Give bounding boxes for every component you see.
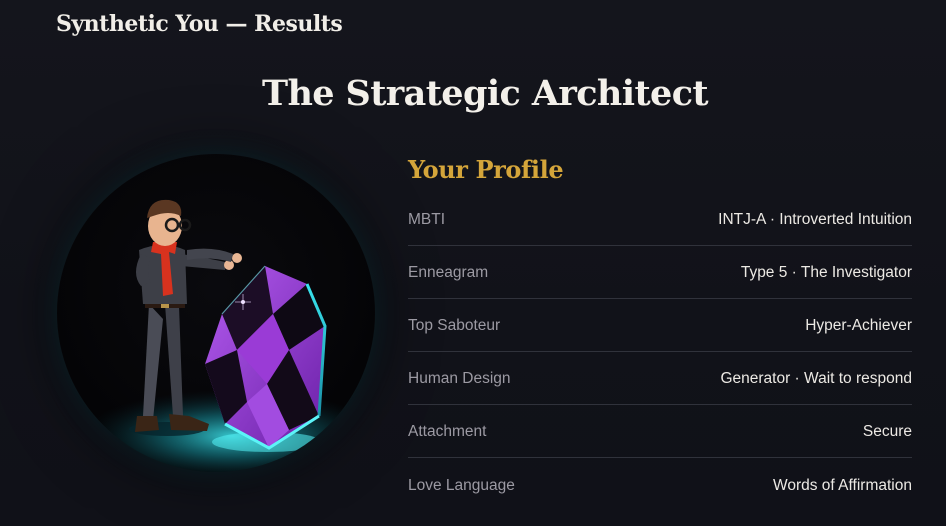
row-label: Attachment bbox=[408, 423, 487, 440]
profile-row-enneagram: Enneagram Type 5 · The Investigator bbox=[408, 246, 912, 299]
architect-character-with-crystal-icon bbox=[82, 199, 375, 472]
profile-row-top-saboteur: Top Saboteur Hyper-Achiever bbox=[408, 299, 912, 352]
row-label: Enneagram bbox=[408, 264, 489, 281]
profile-row-love-language: Love Language Words of Affirmation bbox=[408, 458, 912, 511]
avatar bbox=[57, 154, 375, 472]
row-value: Type 5 · The Investigator bbox=[740, 264, 912, 281]
row-value: Secure bbox=[862, 423, 912, 440]
row-value: Hyper-Achiever bbox=[805, 317, 912, 334]
row-value: Words of Affirmation bbox=[773, 476, 912, 494]
row-label: Human Design bbox=[408, 370, 511, 387]
row-label: Love Language bbox=[408, 476, 515, 494]
profile-table: MBTI INTJ-A · Introverted Intuition Enne… bbox=[408, 193, 912, 511]
profile-heading: Your Profile bbox=[408, 155, 564, 184]
profile-row-human-design: Human Design Generator · Wait to respond bbox=[408, 352, 912, 405]
app-title: Synthetic You — Results bbox=[56, 11, 343, 37]
row-value: INTJ-A · Introverted Intuition bbox=[718, 211, 912, 228]
row-label: MBTI bbox=[408, 211, 446, 228]
profile-row-mbti: MBTI INTJ-A · Introverted Intuition bbox=[408, 193, 912, 246]
row-label: Top Saboteur bbox=[408, 317, 501, 334]
profile-row-attachment: Attachment Secure bbox=[408, 405, 912, 458]
row-value: Generator · Wait to respond bbox=[720, 370, 912, 387]
result-title: The Strategic Architect bbox=[262, 73, 709, 114]
